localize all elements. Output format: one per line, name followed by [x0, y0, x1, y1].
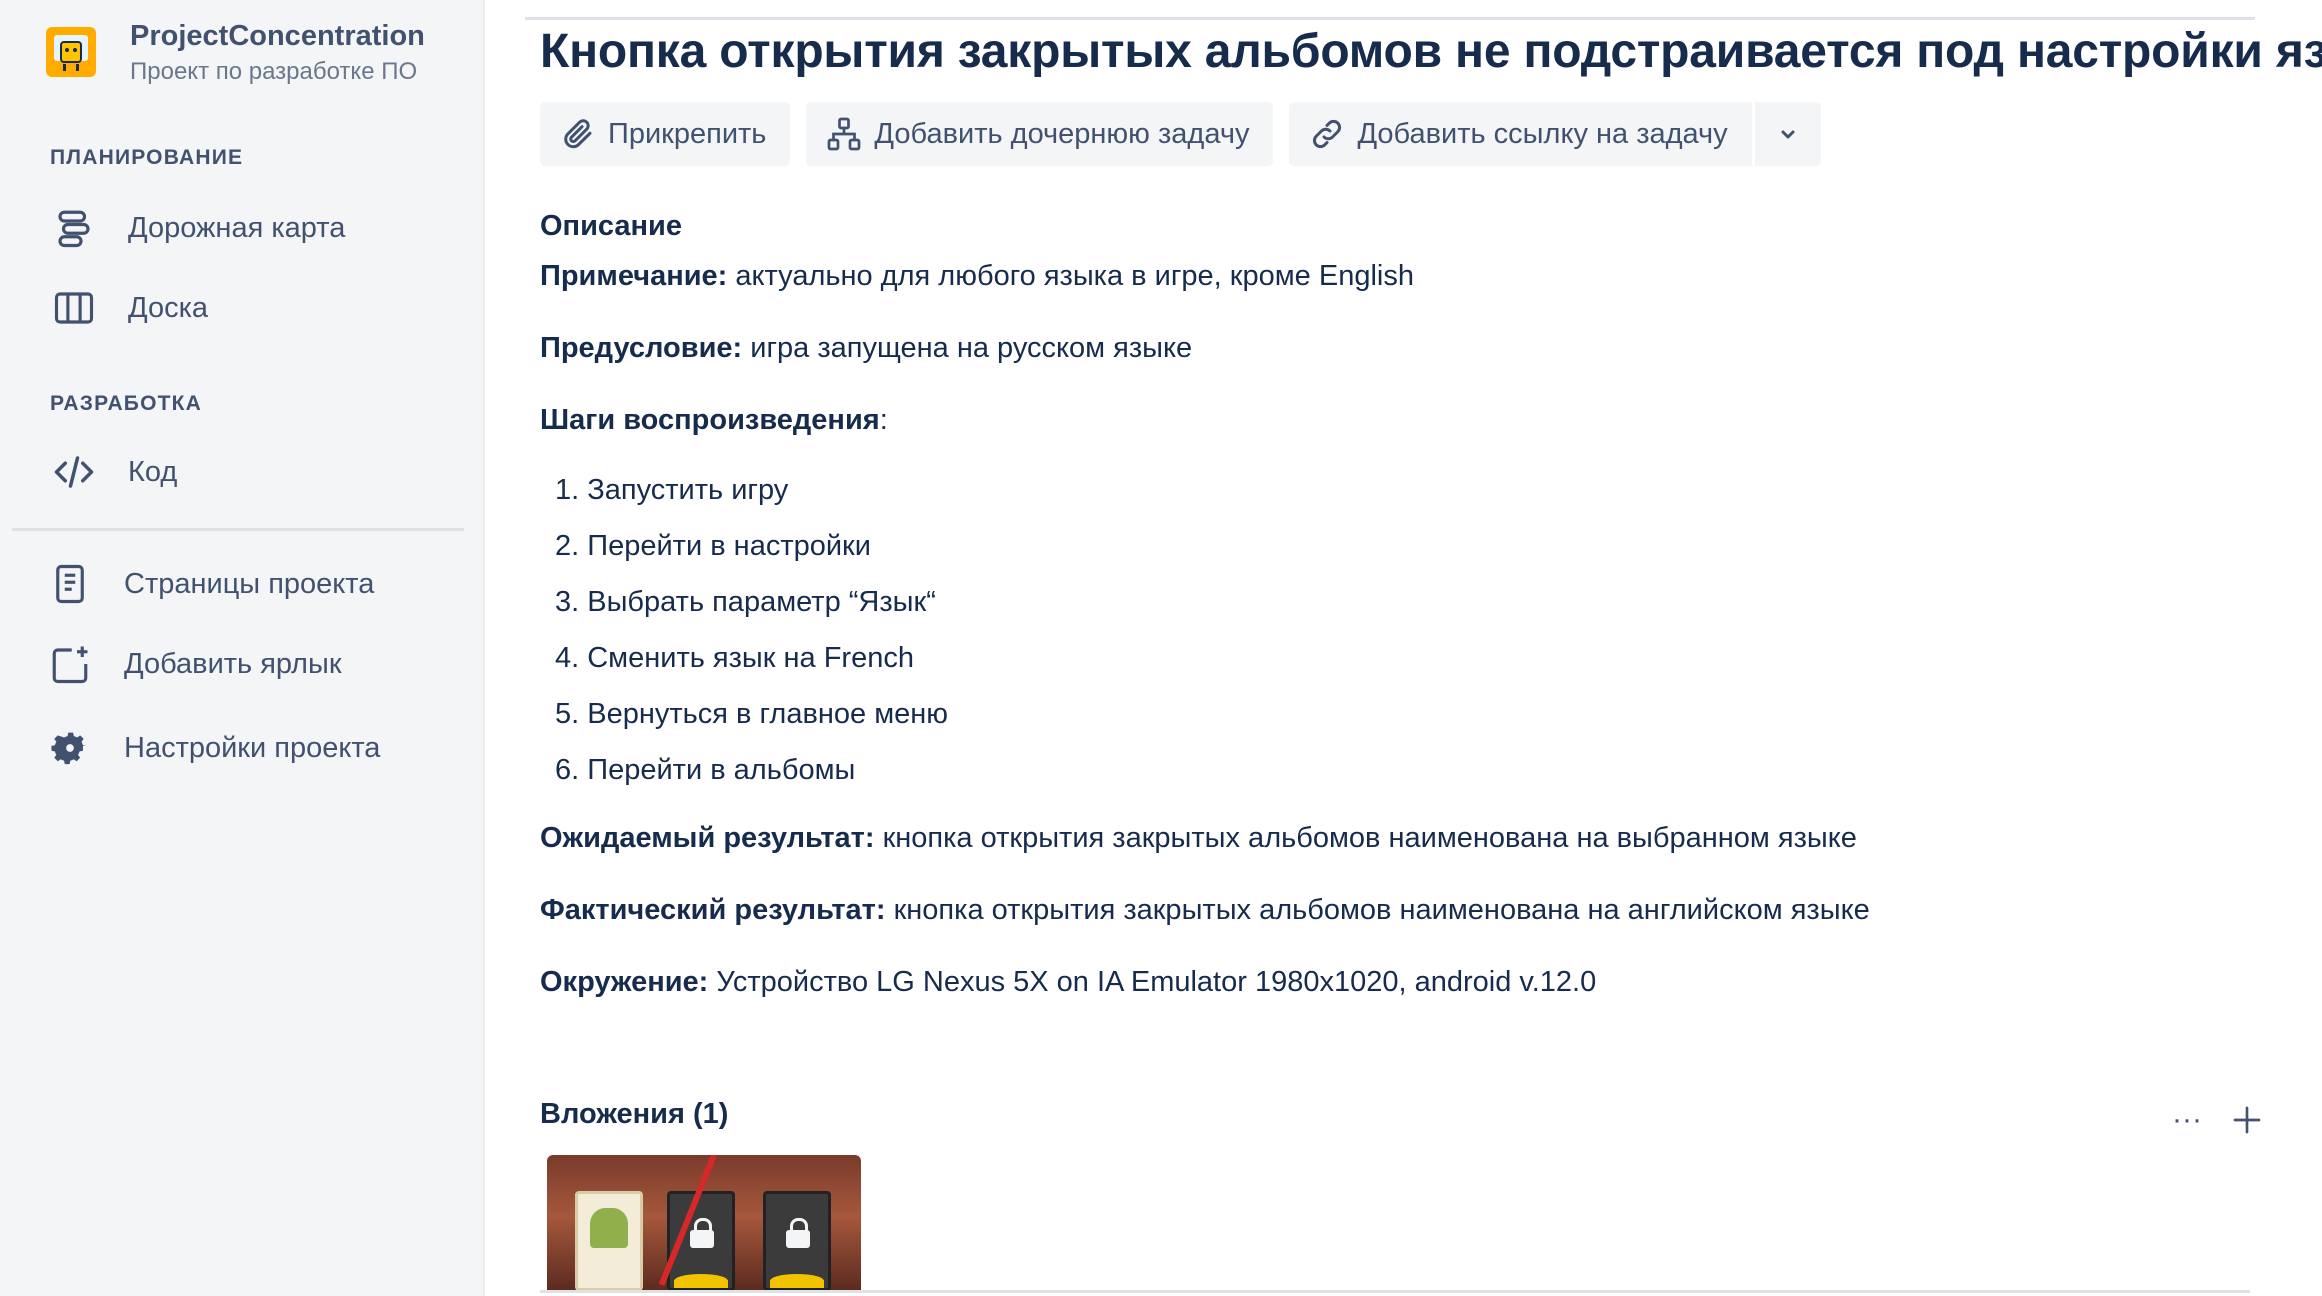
sidebar-divider [12, 528, 464, 531]
project-avatar-icon [46, 27, 96, 77]
album-card-locked [763, 1191, 831, 1291]
env-label: Окружение: [540, 966, 709, 998]
section-planning-title: ПЛАНИРОВАНИЕ [50, 146, 244, 169]
note-text: актуально для любого языка в игре, кроме… [727, 260, 1414, 292]
lock-icon [690, 1218, 714, 1248]
breadcrumb [525, 0, 1525, 2]
actual-text: кнопка открытия закрытых альбомов наимен… [885, 894, 1870, 926]
issue-title[interactable]: Кнопка открытия закрытых альбомов не под… [540, 24, 2322, 79]
steps-label: Шаги воспроизведения [540, 404, 880, 436]
album-card-open [575, 1191, 643, 1291]
sidebar-item-code[interactable]: Код [50, 444, 177, 500]
section-dev-title: РАЗРАБОТКА [50, 392, 203, 415]
actual-paragraph: Фактический результат: кнопка открытия з… [540, 890, 2240, 930]
link-icon [1313, 120, 1342, 148]
list-item: 6. Перейти в альбомы [555, 754, 856, 786]
sidebar-item-settings[interactable]: Настройки проекта [46, 720, 380, 776]
attach-label: Прикрепить [608, 117, 767, 150]
board-icon [50, 284, 98, 332]
issue-toolbar: Прикрепить Добавить дочернюю задачу Доба… [540, 102, 1837, 166]
steps-colon: : [879, 404, 888, 436]
sidebar-item-label: Дорожная карта [128, 211, 346, 244]
add-child-issue-button[interactable]: Добавить дочернюю задачу [806, 102, 1274, 166]
add-link-button[interactable]: Добавить ссылку на задачу [1289, 102, 1752, 166]
coin-icon [770, 1274, 824, 1288]
list-item: 5. Вернуться в главное меню [555, 698, 949, 730]
project-type: Проект по разработке ПО [130, 58, 418, 85]
sidebar-item-label: Настройки проекта [124, 731, 381, 764]
child-issue-icon [828, 117, 861, 151]
expected-text: кнопка открытия закрытых альбомов наимен… [874, 822, 1857, 854]
header-divider [525, 17, 2255, 20]
paperclip-icon [564, 119, 592, 149]
add-shortcut-icon [46, 640, 94, 688]
attachment-thumbnail[interactable] [547, 1155, 861, 1291]
environment-paragraph: Окружение: Устройство LG Nexus 5X on IA … [540, 962, 2240, 1002]
precondition-text: игра запущена на русском языке [742, 332, 1193, 364]
more-actions-dropdown[interactable] [1754, 102, 1821, 166]
sidebar-item-label: Страницы проекта [124, 567, 375, 600]
note-paragraph: Примечание: актуально для любого языка в… [540, 256, 2240, 296]
expected-label: Ожидаемый результат: [540, 822, 875, 854]
add-link-label: Добавить ссылку на задачу [1357, 117, 1728, 150]
roadmap-icon [50, 204, 98, 252]
issue-main: Кнопка открытия закрытых альбомов не под… [485, 0, 2322, 1296]
code-icon [50, 448, 98, 496]
lock-icon [786, 1218, 810, 1248]
description[interactable]: Описание Примечание: актуально для любог… [540, 206, 2240, 1034]
steps-list: 1. Запустить игру 2. Перейти в настройки… [540, 470, 2240, 790]
actual-label: Фактический результат: [540, 894, 886, 926]
list-item: 3. Выбрать параметр “Язык“ [555, 586, 936, 618]
steps-heading: Шаги воспроизведения: [540, 400, 2240, 440]
sidebar-item-label: Доска [128, 291, 209, 324]
sidebar: ProjectConcentration Проект по разработк… [0, 0, 485, 1296]
sidebar-item-label: Добавить ярлык [124, 647, 342, 680]
sidebar-item-roadmap[interactable]: Дорожная карта [50, 200, 345, 256]
more-icon[interactable]: ··· [2167, 1100, 2207, 1140]
sidebar-item-add-shortcut[interactable]: Добавить ярлык [46, 636, 342, 692]
attachments-actions: ··· [2167, 1100, 2267, 1140]
project-name: ProjectConcentration [130, 20, 425, 52]
plus-icon [2233, 1106, 2261, 1134]
page-icon [46, 560, 94, 608]
project-header[interactable]: ProjectConcentration Проект по разработк… [46, 18, 425, 89]
attachments-divider [540, 1290, 2250, 1293]
attachments-heading: Вложения (1) [540, 1098, 729, 1130]
list-item: 2. Перейти в настройки [555, 530, 871, 562]
sidebar-item-label: Код [128, 455, 178, 488]
chevron-down-icon [1781, 130, 1795, 139]
coin-icon [674, 1274, 728, 1288]
add-child-label: Добавить дочернюю задачу [874, 117, 1250, 150]
precondition-label: Предусловие: [540, 332, 743, 364]
description-heading: Описание [540, 210, 682, 242]
attach-button[interactable]: Прикрепить [540, 102, 791, 166]
list-item: 1. Запустить игру [555, 474, 789, 506]
add-attachment-button[interactable] [2227, 1100, 2267, 1140]
env-text: Устройство LG Nexus 5X on IA Emulator 19… [708, 966, 1597, 998]
precondition-paragraph: Предусловие: игра запущена на русском яз… [540, 328, 2240, 368]
expected-paragraph: Ожидаемый результат: кнопка открытия зак… [540, 818, 2240, 858]
note-label: Примечание: [540, 260, 728, 292]
list-item: 4. Сменить язык на French [555, 642, 914, 674]
sidebar-item-board[interactable]: Доска [50, 280, 208, 336]
sidebar-item-pages[interactable]: Страницы проекта [46, 556, 374, 612]
gear-icon [46, 724, 94, 772]
